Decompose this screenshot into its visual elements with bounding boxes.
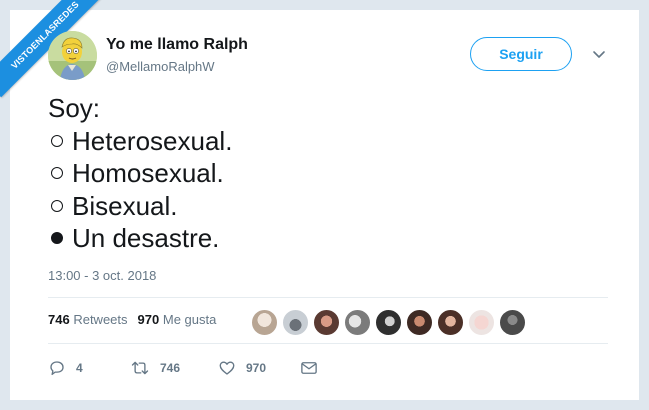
liker-avatar[interactable] xyxy=(375,309,402,336)
heart-icon xyxy=(219,361,235,375)
liker-avatar[interactable] xyxy=(406,309,433,336)
option-line: Heterosexual. xyxy=(48,125,232,158)
empty-circle-icon xyxy=(51,167,63,180)
reply-count: 4 xyxy=(76,361,83,375)
liker-avatar[interactable] xyxy=(437,309,464,336)
engagement-stats: 746 Retweets 970 Me gusta xyxy=(48,312,216,327)
retweet-icon xyxy=(131,361,149,375)
likes-stat[interactable]: 970 Me gusta xyxy=(138,312,217,327)
follow-button[interactable]: Seguir xyxy=(470,37,572,71)
reply-button[interactable]: 4 xyxy=(48,359,130,377)
option-line: Un desastre. xyxy=(48,222,232,255)
ralph-avatar-icon xyxy=(48,31,97,80)
option-text: Bisexual. xyxy=(72,190,178,221)
retweets-label: Retweets xyxy=(73,312,128,327)
option-text: Homosexual. xyxy=(72,158,224,188)
empty-circle-icon xyxy=(51,199,63,212)
option-line: Bisexual. xyxy=(48,190,232,223)
envelope-icon xyxy=(301,362,317,374)
option-text: Heterosexual. xyxy=(72,125,233,156)
liker-avatars xyxy=(251,309,526,336)
liker-avatar[interactable] xyxy=(313,309,340,336)
retweets-stat[interactable]: 746 Retweets xyxy=(48,312,128,327)
liker-avatar[interactable] xyxy=(282,309,309,336)
retweet-button[interactable]: 746 xyxy=(130,359,218,377)
direct-message-button[interactable] xyxy=(300,360,318,376)
like-button[interactable]: 970 xyxy=(218,359,300,377)
liker-avatar[interactable] xyxy=(251,309,278,336)
liker-avatar[interactable] xyxy=(499,309,526,336)
reply-icon xyxy=(50,361,64,376)
retweet-count: 746 xyxy=(160,361,181,375)
author-handle[interactable]: @MellamoRalphW xyxy=(106,59,215,74)
liker-avatar[interactable] xyxy=(468,309,495,336)
tweet-text-intro: Soy: xyxy=(48,93,101,123)
action-bar: 4 746 970 xyxy=(48,358,318,378)
chevron-down-icon[interactable] xyxy=(591,48,607,60)
empty-circle-icon xyxy=(51,134,63,147)
likes-count: 970 xyxy=(137,312,160,327)
tweet-timestamp[interactable]: 13:00 - 3 oct. 2018 xyxy=(48,268,156,283)
divider xyxy=(48,343,608,344)
filled-circle-icon xyxy=(51,232,63,245)
avatar[interactable] xyxy=(48,31,97,80)
liker-avatar[interactable] xyxy=(344,309,371,336)
divider xyxy=(48,297,608,298)
retweets-count: 746 xyxy=(48,312,70,327)
likes-label: Me gusta xyxy=(162,312,217,327)
like-count: 970 xyxy=(246,361,267,375)
option-text: Un desastre. xyxy=(72,223,220,253)
option-line: Homosexual. xyxy=(48,157,232,190)
author-name[interactable]: Yo me llamo Ralph xyxy=(106,36,248,54)
tweet-text: Soy: Heterosexual. Homosexual. Bisexual.… xyxy=(48,92,232,255)
